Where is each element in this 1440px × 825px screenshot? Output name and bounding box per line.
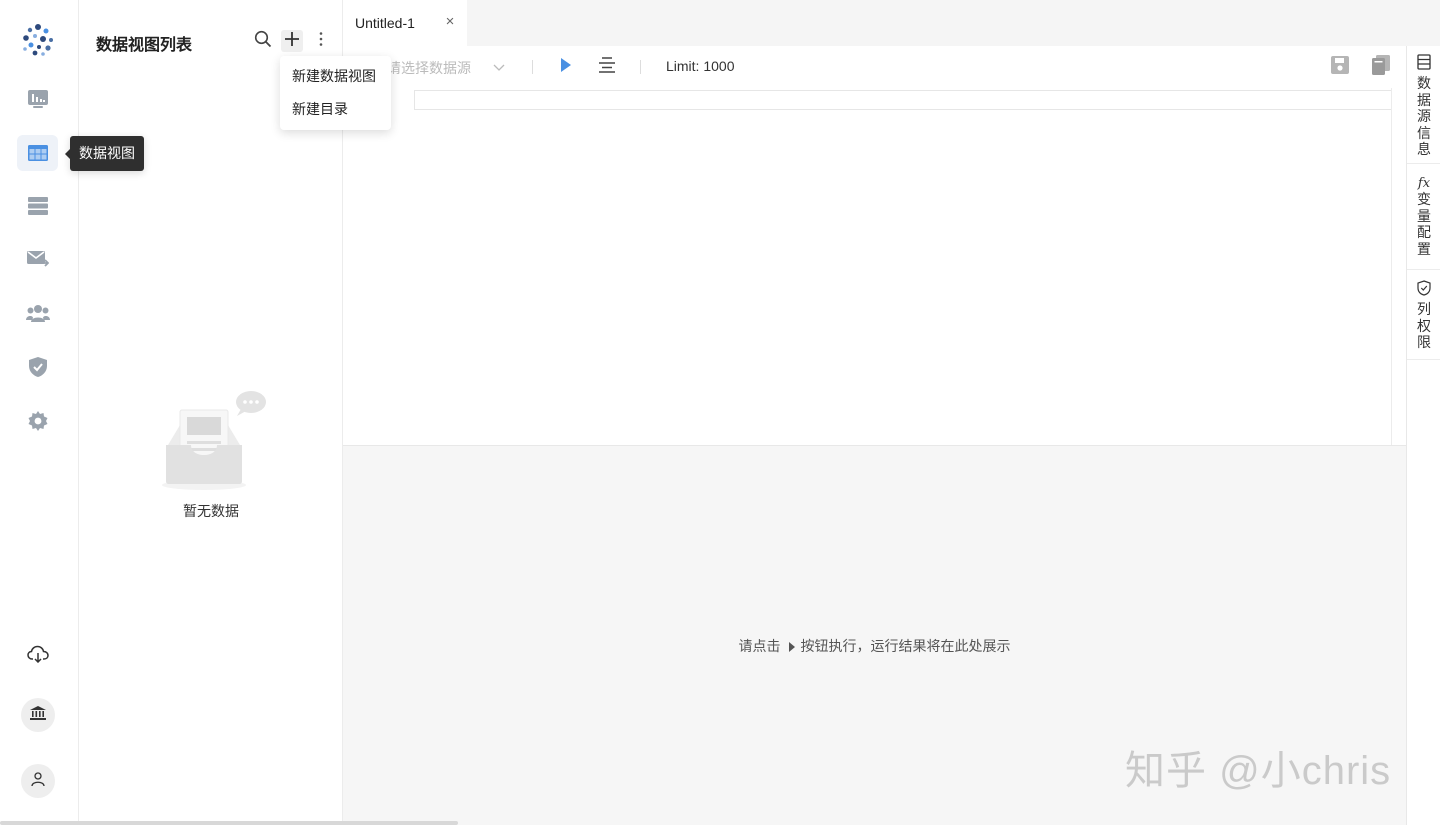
align-center-icon <box>598 56 616 78</box>
side-tab-label: 列权限 <box>1417 301 1431 350</box>
nav-dataview[interactable] <box>17 135 58 171</box>
cloud-download-icon <box>27 645 49 668</box>
side-tab-label: 变量配置 <box>1417 191 1431 257</box>
sql-editor[interactable] <box>343 88 1393 445</box>
editor-scrollbar[interactable] <box>1391 88 1406 445</box>
gear-icon <box>28 411 48 431</box>
organization-button[interactable] <box>21 698 55 732</box>
datasource-select[interactable]: 请选择数据源 <box>387 58 507 78</box>
menu-item-new-folder[interactable]: 新建目录 <box>280 93 391 126</box>
horizontal-scrollbar[interactable] <box>0 821 458 825</box>
format-button[interactable] <box>597 56 617 78</box>
app-logo[interactable] <box>19 21 57 59</box>
editor-toolbar: 请选择数据源 Limit: 1000 <box>343 46 1406 88</box>
search-icon <box>254 30 272 53</box>
side-tab-label: 数据源信息 <box>1417 75 1431 157</box>
save-button[interactable] <box>1330 55 1350 79</box>
left-nav-rail <box>0 0 79 825</box>
mail-send-icon <box>26 250 49 268</box>
tab-column-permission[interactable]: 列权限 <box>1407 270 1440 360</box>
save-icon <box>1331 55 1349 79</box>
limit-select[interactable]: Limit: 1000 <box>666 58 734 74</box>
close-icon[interactable]: × <box>443 14 457 29</box>
editor-tab-bar: Untitled-1 × <box>343 0 1440 46</box>
user-icon <box>31 771 45 791</box>
play-icon <box>560 57 572 77</box>
chart-icon <box>27 89 49 109</box>
copy-icon <box>1372 54 1390 80</box>
search-button[interactable] <box>252 30 274 52</box>
nav-tooltip: 数据视图 <box>65 136 144 171</box>
toolbar-divider <box>532 60 533 74</box>
empty-inbox-illustration <box>79 385 343 493</box>
profile-button[interactable] <box>21 764 55 798</box>
add-dropdown-menu: 新建数据视图 新建目录 <box>280 56 391 130</box>
nav-permission[interactable] <box>17 349 58 385</box>
nav-members[interactable] <box>17 295 58 331</box>
download-button[interactable] <box>21 639 55 673</box>
toolbar-divider <box>640 60 641 74</box>
nav-settings[interactable] <box>17 403 58 439</box>
database-icon <box>27 197 48 215</box>
users-icon <box>25 304 50 322</box>
results-hint: 请点击 按钮执行，运行结果将在此处展示 <box>343 636 1406 656</box>
nav-source[interactable] <box>17 188 58 224</box>
tab-label: Untitled-1 <box>355 15 415 31</box>
datasource-placeholder: 请选择数据源 <box>387 60 471 76</box>
tab-variable-config[interactable]: fx 变量配置 <box>1407 164 1440 270</box>
bank-icon <box>30 705 46 725</box>
table-icon <box>27 145 48 161</box>
watermark: 知乎 @小chris <box>1125 749 1392 793</box>
nav-dashboard[interactable] <box>17 81 58 117</box>
more-vertical-icon <box>319 31 323 52</box>
empty-text: 暂无数据 <box>183 503 239 519</box>
empty-state: 暂无数据 <box>79 385 343 521</box>
plus-icon <box>284 31 300 52</box>
hint-before: 请点击 <box>738 638 781 654</box>
editor-current-line <box>414 90 1393 110</box>
hint-after: 按钮执行，运行结果将在此处展示 <box>800 638 1011 654</box>
shield-check-icon <box>28 357 47 377</box>
nav-schedule[interactable] <box>17 241 58 277</box>
play-icon <box>788 641 795 652</box>
run-button[interactable] <box>556 57 576 77</box>
more-button[interactable] <box>310 30 332 52</box>
document-icon <box>1417 54 1431 75</box>
menu-item-new-dataview[interactable]: 新建数据视图 <box>280 60 391 93</box>
function-icon: fx <box>1417 176 1431 191</box>
shield-icon <box>1417 280 1431 301</box>
save-as-button[interactable] <box>1371 54 1391 80</box>
tab-untitled-1[interactable]: Untitled-1 × <box>343 0 467 46</box>
add-button[interactable] <box>281 30 303 52</box>
right-side-tabs: 数据源信息 fx 变量配置 列权限 <box>1406 46 1440 825</box>
chevron-down-icon <box>493 60 505 78</box>
panel-title: 数据视图列表 <box>96 37 193 54</box>
tab-datasource-info[interactable]: 数据源信息 <box>1407 46 1440 164</box>
